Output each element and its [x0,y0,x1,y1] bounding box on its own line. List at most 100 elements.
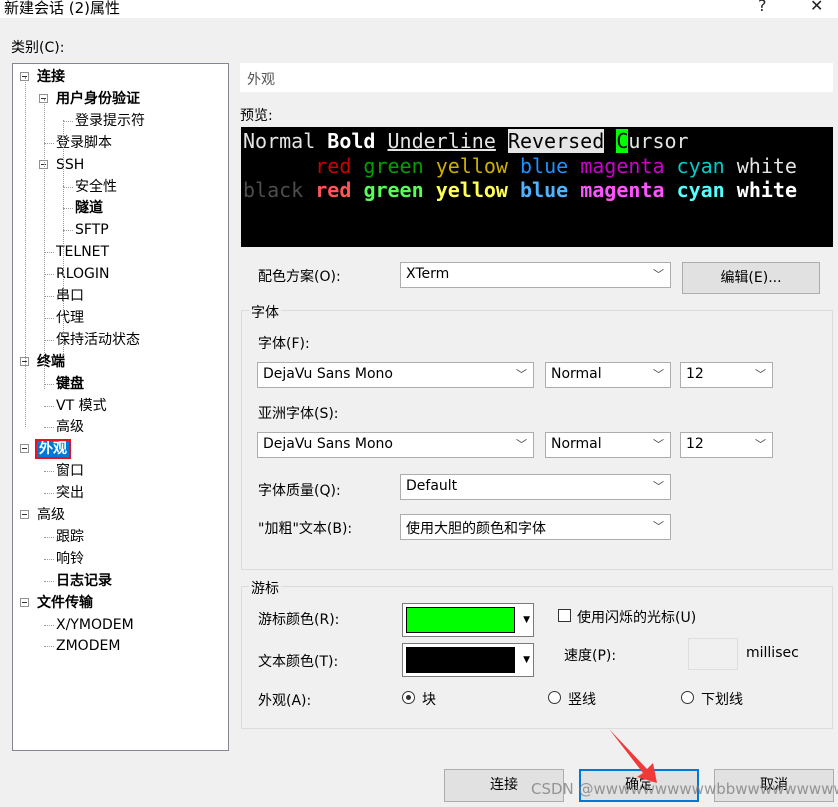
preview-color-word: green [363,153,424,178]
category-tree[interactable]: 连接 用户身份验证 登录提示符 登录脚本 SSH 安全性 隧道 SFTP TELNET RLOGI… [12,63,229,751]
quality-label: 字体质量(Q): [258,483,341,499]
tree-item[interactable]: 安全性 [75,178,117,196]
font-style-select[interactable]: Normal ﹀ [545,362,671,388]
tree-item[interactable]: X/YMODEM [56,616,134,634]
tree-item[interactable]: 键盘 [56,375,84,393]
shape-vbar-label: 竖线 [568,692,596,708]
tree-item-label: 用户身份验证 [56,90,140,107]
tree-item[interactable]: 用户身份验证 [56,90,140,108]
collapse-icon[interactable] [20,597,29,607]
tree-item[interactable]: 窗口 [56,462,84,480]
preview-reversed: Reversed [507,129,605,153]
chevron-down-icon: ﹀ [755,438,766,451]
tree-item[interactable]: 高级 [56,418,84,436]
font-value: DejaVu Sans Mono [263,366,393,382]
tree-item[interactable]: 登录提示符 [75,112,145,130]
speed-label: 速度(P): [564,648,617,664]
tree-connector [44,142,54,144]
category-label: 类别(C): [11,40,65,56]
font-size-value: 12 [686,366,704,382]
bold-text-label: "加粗"文本(B): [258,521,353,537]
scheme-label: 配色方案(O): [258,269,341,285]
dropdown-arrow-icon: ▼ [523,655,530,665]
collapse-icon[interactable] [20,510,29,519]
shape-vbar-radio[interactable] [548,691,561,704]
tree-item-label: X/YMODEM [56,616,134,633]
shape-underline-radio[interactable] [681,691,694,704]
tree-item-label: 外观 [35,439,71,460]
chevron-down-icon: ﹀ [516,368,527,381]
preview-line-3: black red green yellow blue magenta cyan… [243,178,831,203]
tree-connector [44,405,54,407]
chevron-down-icon: ﹀ [755,368,766,381]
tree-item-label: 保持活动状态 [56,331,140,348]
shape-block-radio[interactable] [402,691,415,704]
preview-color-word: red [315,153,352,178]
help-button[interactable]: ? [758,0,767,15]
tree-item[interactable]: 响铃 [56,550,84,568]
tree-item[interactable]: SFTP [75,221,109,239]
asian-size-select[interactable]: 12 ﹀ [680,432,773,458]
tree-item-label: 跟踪 [56,528,84,545]
cursor-color-swatch [406,607,515,633]
preview-bold: Bold [327,129,376,153]
tree-item-label: 高级 [56,419,84,436]
preview-color-word: white [736,153,797,178]
chevron-down-icon: ﹀ [516,438,527,451]
bold-text-value: 使用大胆的颜色和字体 [406,521,546,537]
tree-item[interactable]: 外观 [35,439,71,460]
tree-item[interactable]: 串口 [56,287,84,305]
chevron-down-icon: ﹀ [653,480,664,493]
tree-item[interactable]: 文件传输 [37,594,93,612]
tree-item[interactable]: VT 模式 [56,397,107,415]
tree-connector [44,252,54,254]
bold-text-select[interactable]: 使用大胆的颜色和字体 ﹀ [400,514,671,540]
tree-connector [44,99,45,389]
tree-item[interactable]: 登录脚本 [56,134,112,152]
preview-cursor: C [616,129,629,153]
font-select[interactable]: DejaVu Sans Mono ﹀ [257,362,534,388]
close-button[interactable]: ✕ [810,0,823,15]
tree-item-label: 连接 [37,69,65,85]
preview-color-word: cyan [676,153,725,178]
tree-item[interactable]: 跟踪 [56,528,84,546]
scheme-select[interactable]: XTerm ﹀ [400,262,671,288]
tree-item[interactable]: ZMODEM [56,637,120,655]
tree-item[interactable]: 高级 [37,506,65,524]
font-size-select[interactable]: 12 ﹀ [680,362,773,388]
tree-item[interactable]: 日志记录 [56,572,112,590]
tree-connector [44,536,54,538]
scheme-value: XTerm [406,266,450,282]
tree-item[interactable]: 连接 [37,68,65,86]
preview-color-word: blue [520,178,569,202]
blink-checkbox[interactable] [558,609,571,622]
font-style-value: Normal [551,366,602,382]
collapse-icon[interactable] [20,444,29,454]
tree-item[interactable]: 隧道 [75,199,103,217]
cursor-color-picker[interactable]: ▼ [402,603,534,637]
edit-scheme-button[interactable]: 编辑(E)... [682,262,820,294]
blink-label: 使用闪烁的光标(U) [577,610,697,626]
text-color-picker[interactable]: ▼ [402,643,534,677]
font-group-title: 字体 [249,302,281,322]
asian-style-select[interactable]: Normal ﹀ [545,432,671,458]
tree-item-label: 键盘 [56,375,84,392]
text-color-swatch [406,647,515,673]
speed-input[interactable] [688,638,738,670]
quality-select[interactable]: Default ﹀ [400,474,671,500]
tree-item-label: 隧道 [75,200,103,217]
tree-item[interactable]: 保持活动状态 [56,331,140,349]
tree-item-label: VT 模式 [56,397,107,414]
speed-unit: millisec [746,645,799,661]
tree-item[interactable]: RLOGIN [56,265,110,283]
tree-item[interactable]: SSH [56,156,84,174]
tree-item[interactable]: 终端 [37,353,65,371]
chevron-down-icon: ﹀ [653,520,664,533]
preview-color-word: magenta [580,153,665,178]
asian-font-select[interactable]: DejaVu Sans Mono ﹀ [257,432,534,458]
tree-item[interactable]: 突出 [56,484,84,502]
preview-color-word: magenta [580,178,665,202]
tree-item[interactable]: 代理 [56,309,84,327]
chevron-down-icon: ﹀ [653,438,664,451]
tree-item-label: 响铃 [56,550,84,567]
